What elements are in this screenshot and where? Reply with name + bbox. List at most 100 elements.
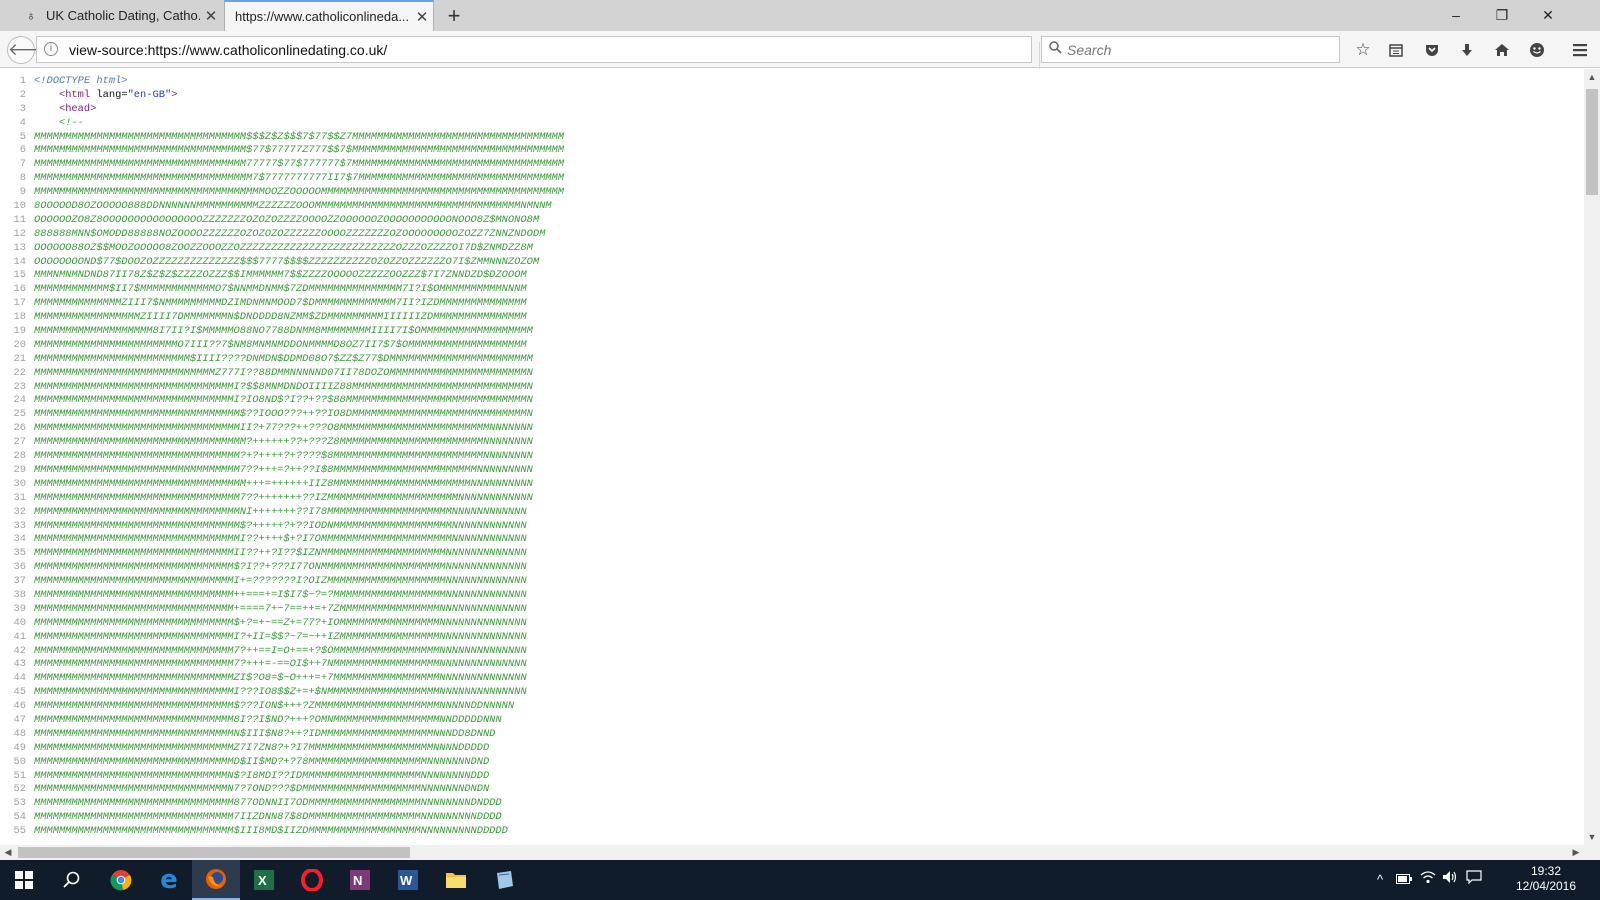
comment-text: MMMMMMMMMMMMMMMMMMMMMMMMMMMMMMMMII??++?I… <box>34 547 527 560</box>
close-tab-icon[interactable]: ✕ <box>200 7 222 25</box>
line-number: 45 <box>13 686 26 699</box>
line-number: 3 <box>19 102 26 115</box>
comment-text: MMMMMMMMMMMMMMMMMMMMMMMMMMMMMMMMM$??IOOO… <box>34 408 533 421</box>
comment-text: OOOOOO88OZ$$MOOZOOOOO8ZOOZZOOOZZOZZZZZZZ… <box>34 241 533 254</box>
line-number: 32 <box>13 505 26 518</box>
chevron-up-icon[interactable]: ^ <box>1370 870 1390 890</box>
volume-icon[interactable] <box>1440 870 1460 890</box>
line-number: 24 <box>13 394 26 407</box>
battery-icon[interactable] <box>1394 870 1414 890</box>
line-number: 46 <box>13 700 26 713</box>
comment-text: MMMMMMMMMMMMMMMMMMMMMMMMMMMMMMMMMNI+++++… <box>34 505 527 518</box>
comment-text: MMMMMMMMMMMMMMMMMMMMMMMMMMMMMMMMI???IO8$… <box>34 686 527 699</box>
taskbar-clock[interactable]: 19:32 12/04/2016 <box>1506 864 1586 894</box>
search-input[interactable] <box>1067 40 1332 59</box>
notification-icon[interactable] <box>1464 870 1484 890</box>
restore-button[interactable]: ❐ <box>1479 0 1525 30</box>
horizontal-scroll-thumb[interactable] <box>18 847 410 858</box>
comment-text: MMMMMMMMMMMMMMMMMMMMMMMMMMMMMMMM++===+=I… <box>34 588 527 601</box>
word-icon[interactable]: W <box>384 860 432 900</box>
new-tab-button[interactable]: + <box>440 3 468 29</box>
scroll-down-icon[interactable]: ▼ <box>1584 829 1600 845</box>
line-number: 29 <box>13 463 26 476</box>
vertical-scroll-thumb[interactable] <box>1586 89 1598 195</box>
firefox-icon[interactable] <box>192 860 240 900</box>
line-number: 4 <box>19 116 26 129</box>
url-bar[interactable]: i view-source:https://www.catholiconline… <box>36 36 1061 69</box>
scroll-right-icon[interactable]: ▶ <box>1568 845 1584 860</box>
clock-time: 19:32 <box>1530 864 1562 878</box>
menu-icon[interactable] <box>1566 38 1594 62</box>
source-line: 33 MMMMMMMMMMMMMMMMMMMMMMMMMMMMMMMMM$?+++… <box>0 520 1584 534</box>
tab-view-source[interactable]: https://www.catholiconlineda... ✕ <box>224 0 434 31</box>
source-line: 48 MMMMMMMMMMMMMMMMMMMMMMMMMMMMMMMMN$III$… <box>0 728 1584 742</box>
download-icon[interactable] <box>1453 38 1481 62</box>
source-line: 2 <html lang= "en-GB" > <box>0 89 1584 103</box>
ascii-art-comment: 5 MMMMMMMMMMMMMMMMMMMMMMMMMMMMMMMMMM$$$Z$… <box>0 131 1584 839</box>
line-number: 6 <box>19 144 26 157</box>
info-icon[interactable]: i <box>44 42 58 56</box>
source-line: 53 MMMMMMMMMMMMMMMMMMMMMMMMMMMMMMMM877ODN… <box>0 797 1584 811</box>
source-line: 11 OOOOOOZO8Z8OOOOOOOOOOOOOOOOZZZZZZZOZOZ… <box>0 214 1584 228</box>
source-line: 31 MMMMMMMMMMMMMMMMMMMMMMMMMMMMMMMMM7??++… <box>0 492 1584 506</box>
chrome-icon[interactable] <box>97 860 145 900</box>
comment-text: MMMMMMMMMMMMMMMMMMMMMMMMMMMMMMMMMM77777$… <box>34 158 565 171</box>
comment-text: MMMMMMMMMMMMMMMMMMMMMMMMMMMMMMMMZ7I7ZN8?… <box>34 741 490 754</box>
line-number: 10 <box>13 200 26 213</box>
line-number: 31 <box>13 491 26 504</box>
horizontal-scrollbar[interactable]: ◀ ▶ <box>0 845 1584 860</box>
source-line: 3 <head> <box>0 103 1584 117</box>
source-view[interactable]: 1 <!DOCTYPE html> 2 <html lang= "en-GB" > 3… <box>0 69 1584 845</box>
wifi-icon[interactable] <box>1418 870 1438 890</box>
reading-list-icon[interactable] <box>1382 38 1410 62</box>
comment-text: MMMMMMMMMMMMMMMMMZIIII7DMMMMMMMN$DNDDDD8… <box>34 311 527 324</box>
line-number: 22 <box>13 366 26 379</box>
url-text[interactable]: view-source:https://www.catholiconlineda… <box>69 42 387 58</box>
file-explorer-icon[interactable] <box>432 860 480 900</box>
source-line: 13 OOOOOO88OZ$$MOOZOOOOO8ZOOZZOOOZZOZZZZZ… <box>0 242 1584 256</box>
svg-text:W: W <box>400 873 413 888</box>
excel-icon[interactable]: X <box>240 860 288 900</box>
hello-icon[interactable] <box>1523 38 1551 62</box>
source-line: 26 MMMMMMMMMMMMMMMMMMMMMMMMMMMMMMMMMII?+7… <box>0 422 1584 436</box>
close-tab-icon[interactable]: ✕ <box>411 8 433 26</box>
scroll-left-icon[interactable]: ◀ <box>0 845 16 860</box>
edge-icon[interactable]: e <box>145 860 193 900</box>
source-line: 9 MMMMMMMMMMMMMMMMMMMMMMMMMMMMMMMMMMMMMOO… <box>0 186 1584 200</box>
vertical-scrollbar[interactable]: ▲ ▼ <box>1584 69 1600 845</box>
line-number: 52 <box>13 783 26 796</box>
source-line: 25 MMMMMMMMMMMMMMMMMMMMMMMMMMMMMMMMM$??IO… <box>0 408 1584 422</box>
notes-app-icon[interactable] <box>480 860 528 900</box>
search-box[interactable] <box>1041 36 1340 63</box>
line-number: 47 <box>13 713 26 726</box>
comment-text: MMMMMMMMMMMMMMMMMMMMMMMMMMMMMMMM+====7+~… <box>34 602 527 615</box>
comment-text: MMMMMMMMMMMMMMMMMMMMMMMMMMMMMMMM7?+++=-=… <box>34 658 527 671</box>
line-number: 23 <box>13 380 26 393</box>
line-number: 27 <box>13 436 26 449</box>
back-button[interactable]: 🡐 <box>7 36 54 64</box>
close-window-button[interactable]: ✕ <box>1525 0 1571 30</box>
home-icon[interactable] <box>1488 38 1516 62</box>
comment-text: MMMMMMMMMMMMMMMMMMMMMMMO7III??7$NM8MNMNM… <box>34 338 527 351</box>
comment-text: MMMMMMMMMMMMMMMMMMMMMMMMMMMMMMMMI?+II=$$… <box>34 630 527 643</box>
source-line: 50 MMMMMMMMMMMMMMMMMMMMMMMMMMMMMMMMD$II$M… <box>0 756 1584 770</box>
comment-text: MMMMMMMMMMMMMMMMMMMMMMMMMMMMMMMN$?I8MDI?… <box>34 769 490 782</box>
pocket-icon[interactable] <box>1418 38 1446 62</box>
line-number: 20 <box>13 338 26 351</box>
comment-text: MMMMMMMMMMMMMMMMMMMMMMMMMMMMMMMMMM+++=++… <box>34 477 533 490</box>
search-icon[interactable] <box>48 860 96 900</box>
minimize-button[interactable]: – <box>1433 0 1479 30</box>
tab-uk-catholic-dating[interactable]: ♁ UK Catholic Dating, Catho... ✕ <box>14 0 222 31</box>
opera-icon[interactable] <box>288 860 336 900</box>
source-line: 29 MMMMMMMMMMMMMMMMMMMMMMMMMMMMMMMMM7??++… <box>0 464 1584 478</box>
source-line: 44 MMMMMMMMMMMMMMMMMMMMMMMMMMMMMMMMZI$?O8… <box>0 672 1584 686</box>
onenote-icon[interactable]: N <box>336 860 384 900</box>
star-icon[interactable]: ☆ <box>1349 38 1377 62</box>
windows-start-icon[interactable] <box>0 860 48 900</box>
line-number: 51 <box>13 769 26 782</box>
line-number: 15 <box>13 269 26 282</box>
line-number: 9 <box>19 186 26 199</box>
scroll-up-icon[interactable]: ▲ <box>1584 69 1600 85</box>
comment-text: MMMMMMMMMMMMMMMMMMMMMMMMMMMMMMMMM$?+++++… <box>34 519 527 532</box>
line-number: 36 <box>13 561 26 574</box>
